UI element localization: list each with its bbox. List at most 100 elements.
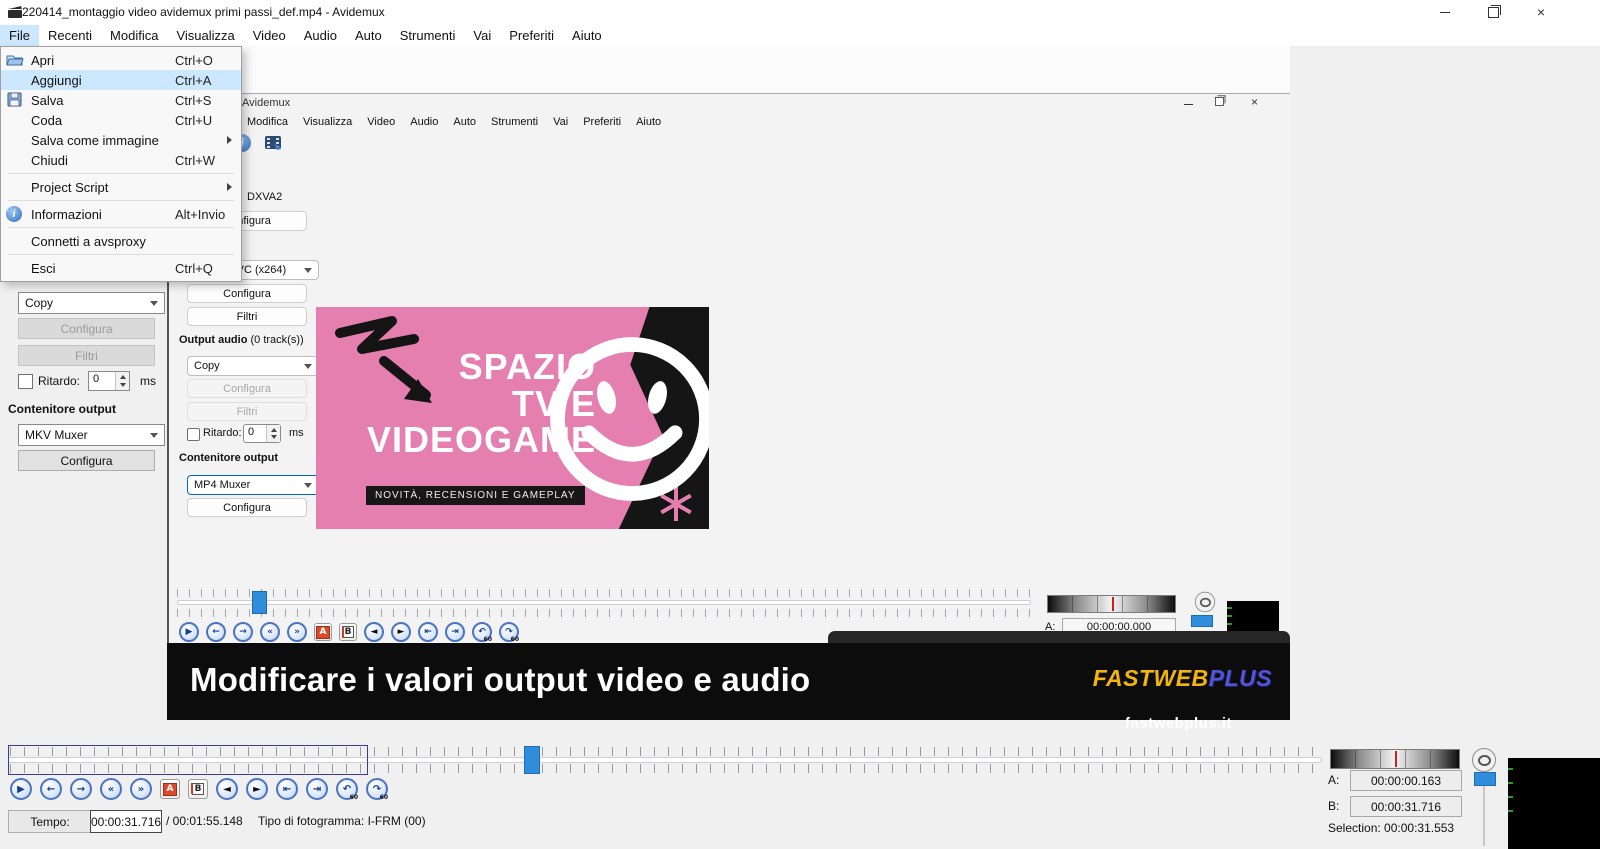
- video-speaker-icon: [1195, 592, 1215, 612]
- frame-type-label: Tipo di fotogramma: I-FRM (00): [258, 814, 426, 828]
- next-frame-button[interactable]: →: [70, 778, 92, 800]
- video-caption-banner: Modificare i valori output video e audio…: [167, 643, 1290, 720]
- spinner-arrows-icon[interactable]: [115, 372, 129, 390]
- b-time-field: 00:00:31.716: [1350, 796, 1462, 817]
- container-heading: Contenitore output: [8, 402, 116, 416]
- video-preview[interactable]: Avidemux × ModificaVisualizza VideoAudio…: [167, 46, 1290, 720]
- container-configure-button[interactable]: Configura: [18, 450, 155, 471]
- video-audio-output-heading: Output audio (0 track(s)): [179, 334, 304, 346]
- speaker-icon[interactable]: [1472, 748, 1496, 772]
- video-timeline-groove: [177, 600, 1031, 605]
- a-label: A:: [1328, 773, 1339, 787]
- muxer-select[interactable]: MKV Muxer: [18, 424, 165, 446]
- goto-marker-a-button[interactable]: ◄: [216, 778, 238, 800]
- marker-a-button[interactable]: A: [160, 779, 180, 799]
- audio-codec-select[interactable]: Copy: [18, 292, 165, 314]
- video-fwd-60-button: ↷60: [499, 622, 519, 642]
- menu-separator: [8, 200, 234, 201]
- delay-label: Ritardo:: [38, 374, 80, 388]
- close-button[interactable]: ×: [1518, 0, 1564, 24]
- volume-handle[interactable]: [1474, 772, 1496, 786]
- time-input[interactable]: 00:00:31.716: [90, 810, 162, 833]
- video-audio-codec-select: Copy: [187, 356, 319, 376]
- video-audio-filters-button: Filtri: [187, 402, 307, 421]
- video-inner-restore-icon: [1211, 93, 1227, 109]
- file-menu-apri[interactable]: ApriCtrl+O: [1, 50, 241, 70]
- info-icon: i: [6, 206, 22, 222]
- main-menubar: File Recenti Modifica Visualizza Video A…: [0, 24, 1600, 47]
- app-icon: [7, 4, 23, 20]
- video-fast-backward-button: «: [260, 622, 280, 642]
- menu-audio[interactable]: Audio: [295, 25, 346, 46]
- video-play-button: ▶: [179, 622, 199, 642]
- video-caption: Modificare i valori output video e audio: [190, 661, 810, 699]
- delay-unit: ms: [140, 374, 156, 388]
- restore-button[interactable]: [1470, 0, 1516, 24]
- fast-backward-button[interactable]: «: [100, 778, 122, 800]
- menu-aiuto[interactable]: Aiuto: [563, 25, 611, 46]
- file-menu-salva-immagine[interactable]: Salva come immagine: [1, 130, 241, 150]
- menu-recenti[interactable]: Recenti: [39, 25, 101, 46]
- menu-modifica[interactable]: Modifica: [101, 25, 167, 46]
- chevron-down-icon: [150, 301, 158, 306]
- file-menu-aggiungi[interactable]: AggiungiCtrl+A: [1, 70, 241, 90]
- timeline-selection-region[interactable]: [8, 745, 368, 775]
- file-menu-chiudi[interactable]: ChiudiCtrl+W: [1, 150, 241, 170]
- delay-spinbox[interactable]: 0: [88, 371, 130, 391]
- brand-logo: FASTWEBPLUS fastwebplus.it: [1093, 665, 1272, 692]
- fast-forward-button[interactable]: »: [130, 778, 152, 800]
- video-inner-minimize-icon: [1184, 104, 1193, 105]
- a-time-field: 00:00:00.163: [1350, 770, 1462, 791]
- video-thumbnail: SPAZIO TV E VIDEOGAME NOVITÀ, RECENSIONI…: [316, 307, 709, 529]
- chevron-down-icon: [150, 433, 158, 438]
- video-container-heading: Contenitore output: [179, 452, 278, 464]
- delay-checkbox[interactable]: [18, 374, 33, 389]
- menu-vai[interactable]: Vai: [464, 25, 500, 46]
- menu-auto[interactable]: Auto: [346, 25, 391, 46]
- app-titlebar: 220414_montaggio video avidemux primi pa…: [0, 0, 1600, 24]
- video-timeline-ticks-bottom: [177, 609, 1031, 617]
- menu-preferiti[interactable]: Preferiti: [500, 25, 563, 46]
- prev-frame-button[interactable]: ←: [40, 778, 62, 800]
- back-60-button[interactable]: ↶60: [336, 778, 358, 800]
- prev-keyframe-button[interactable]: ⇤: [276, 778, 298, 800]
- open-folder-icon: [6, 52, 24, 68]
- video-shuttle-slider: [1047, 595, 1176, 613]
- marker-b-button[interactable]: B: [188, 779, 208, 799]
- file-menu-esci[interactable]: EsciCtrl+Q: [1, 258, 241, 278]
- submenu-arrow-icon: [227, 136, 232, 144]
- file-menu-salva[interactable]: SalvaCtrl+S: [1, 90, 241, 110]
- restore-icon: [1488, 7, 1499, 18]
- video-transport-bar: ▶ ← → « » A B ◄ ► ⇤ ⇥ ↶60 ↷60: [179, 622, 519, 642]
- window-title: 220414_montaggio video avidemux primi pa…: [22, 5, 385, 19]
- selection-label: Selection: 00:00:31.553: [1328, 821, 1454, 835]
- menu-separator: [8, 173, 234, 174]
- volume-track: [1483, 786, 1485, 846]
- goto-marker-b-button[interactable]: ►: [246, 778, 268, 800]
- video-configure-button: Configura: [187, 284, 307, 303]
- file-menu-coda[interactable]: CodaCtrl+U: [1, 110, 241, 130]
- video-goto-b-button: ►: [391, 622, 411, 642]
- video-hw-decode-label: DXVA2: [247, 191, 282, 203]
- video-delay-label: Ritardo:: [203, 427, 242, 439]
- fwd-60-button[interactable]: ↷60: [366, 778, 388, 800]
- duration-label: / 00:01:55.148: [166, 814, 243, 828]
- menu-strumenti[interactable]: Strumenti: [391, 25, 465, 46]
- b-label: B:: [1328, 799, 1339, 813]
- file-menu-connetti-avsproxy[interactable]: Connetti a avsproxy: [1, 231, 241, 251]
- shuttle-slider[interactable]: [1330, 749, 1460, 769]
- brand-site: fastwebplus.it: [1125, 715, 1232, 732]
- timeline-handle[interactable]: [524, 746, 540, 774]
- close-icon: ×: [1537, 5, 1545, 19]
- file-menu-project-script[interactable]: Project Script: [1, 177, 241, 197]
- video-back-60-button: ↶60: [472, 622, 492, 642]
- menu-video[interactable]: Video: [244, 25, 295, 46]
- menu-visualizza[interactable]: Visualizza: [167, 25, 243, 46]
- minimize-button[interactable]: [1422, 0, 1468, 24]
- menu-file[interactable]: File: [0, 25, 39, 46]
- play-button[interactable]: ▶: [10, 778, 32, 800]
- video-muxer-select: MP4 Muxer: [187, 475, 319, 495]
- file-menu-informazioni[interactable]: i InformazioniAlt+Invio: [1, 204, 241, 224]
- video-goto-a-button: ◄: [364, 622, 384, 642]
- next-keyframe-button[interactable]: ⇥: [306, 778, 328, 800]
